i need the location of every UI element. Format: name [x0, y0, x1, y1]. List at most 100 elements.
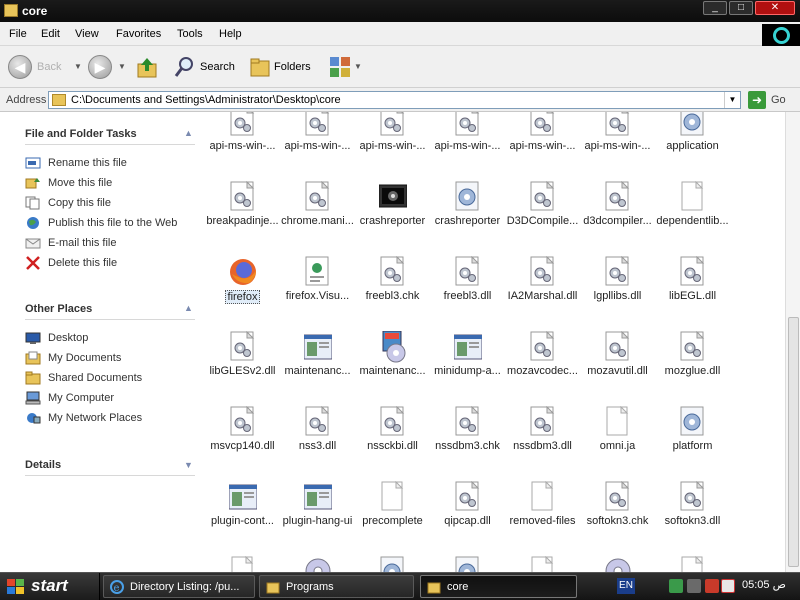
file-item[interactable]: nssckbi.dll — [355, 406, 430, 466]
menu-file[interactable]: File — [9, 28, 27, 40]
file-item[interactable]: minidump-a... — [430, 331, 505, 391]
file-item[interactable]: msvcp140.dll — [205, 406, 280, 466]
security-shield-icon[interactable] — [721, 579, 735, 593]
file-item[interactable]: crashreporter — [355, 181, 430, 241]
file-item[interactable] — [430, 556, 505, 572]
file-item[interactable]: qipcap.dll — [430, 481, 505, 541]
file-item[interactable] — [655, 556, 730, 572]
file-item[interactable]: freebl3.dll — [430, 256, 505, 316]
folders-icon[interactable] — [249, 56, 271, 78]
file-item[interactable]: api-ms-win-... — [505, 112, 580, 166]
file-item[interactable] — [355, 556, 430, 572]
vertical-scrollbar[interactable] — [785, 112, 800, 572]
collapse-chevron-icon[interactable]: ▲ — [184, 128, 193, 138]
go-button[interactable]: Go — [771, 94, 786, 106]
alert-tray-icon[interactable] — [705, 579, 719, 593]
file-item[interactable] — [580, 556, 655, 572]
file-item[interactable]: mozavutil.dll — [580, 331, 655, 391]
file-item[interactable]: freebl3.chk — [355, 256, 430, 316]
file-item[interactable]: plugin-cont... — [205, 481, 280, 541]
file-item[interactable]: maintenanc... — [280, 331, 355, 391]
safely-remove-tray-icon[interactable] — [687, 579, 701, 593]
file-name: lgpllibs.dll — [593, 290, 642, 302]
search-icon[interactable] — [173, 55, 197, 79]
menu-favorites[interactable]: Favorites — [116, 28, 161, 40]
taskbar-item-programs[interactable]: Programs — [259, 575, 414, 598]
file-name: freebl3.dll — [443, 290, 492, 302]
file-item[interactable]: application — [655, 112, 730, 166]
file-item[interactable]: chrome.mani... — [280, 181, 355, 241]
file-item[interactable]: crashreporter — [430, 181, 505, 241]
file-name: chrome.mani... — [281, 215, 354, 227]
dll-file-icon — [680, 256, 705, 286]
minimize-button[interactable]: _ — [703, 1, 727, 15]
file-item[interactable]: softokn3.chk — [580, 481, 655, 541]
file-item[interactable]: softokn3.dll — [655, 481, 730, 541]
file-item[interactable]: mozavcodec... — [505, 331, 580, 391]
file-item[interactable]: lgpllibs.dll — [580, 256, 655, 316]
file-item[interactable]: api-ms-win-... — [280, 112, 355, 166]
back-dropdown-icon[interactable]: ▼ — [74, 62, 82, 71]
file-item[interactable] — [505, 556, 580, 572]
taskbar-item-label: Programs — [286, 581, 334, 593]
file-item[interactable]: firefox — [205, 256, 280, 316]
back-button[interactable]: ◀ — [8, 55, 32, 79]
file-name: crashreporter — [434, 215, 501, 227]
forward-button[interactable]: ▶ — [88, 55, 112, 79]
folders-button[interactable]: Folders — [274, 61, 311, 73]
file-item[interactable]: mozglue.dll — [655, 331, 730, 391]
file-name: minidump-a... — [434, 365, 501, 377]
views-dropdown-icon[interactable]: ▼ — [354, 62, 362, 71]
menu-view[interactable]: View — [75, 28, 99, 40]
address-dropdown-icon[interactable]: ▼ — [724, 92, 740, 108]
file-item[interactable]: nss3.dll — [280, 406, 355, 466]
dll-file-icon — [605, 481, 630, 511]
taskbar-item-core[interactable]: core — [420, 575, 577, 598]
file-item[interactable]: breakpadinje... — [205, 181, 280, 241]
file-item[interactable]: dependentlib... — [655, 181, 730, 241]
file-name: nssdbm3.chk — [435, 440, 500, 452]
menu-edit[interactable]: Edit — [41, 28, 60, 40]
file-name: api-ms-win-... — [584, 140, 651, 152]
file-item[interactable]: api-ms-win-... — [580, 112, 655, 166]
file-item[interactable]: omni.ja — [580, 406, 655, 466]
file-item[interactable]: nssdbm3.dll — [505, 406, 580, 466]
start-button[interactable]: start — [0, 573, 100, 600]
menu-tools[interactable]: Tools — [177, 28, 203, 40]
file-list[interactable]: api-ms-win-... api-ms-win-... api-ms-win-.… — [200, 112, 785, 572]
search-button[interactable]: Search — [200, 61, 235, 73]
forward-dropdown-icon[interactable]: ▼ — [118, 62, 126, 71]
file-item[interactable]: api-ms-win-... — [355, 112, 430, 166]
expand-chevron-icon[interactable]: ▼ — [184, 460, 193, 470]
close-button[interactable]: ✕ — [755, 1, 795, 15]
up-folder-icon[interactable] — [135, 56, 159, 80]
disc-file-icon — [305, 558, 331, 572]
title-bar[interactable]: core _ □ ✕ — [0, 0, 800, 22]
file-item[interactable]: libEGL.dll — [655, 256, 730, 316]
taskbar-item-directory-listing[interactable]: e Directory Listing: /pu... — [103, 575, 255, 598]
file-item[interactable]: api-ms-win-... — [430, 112, 505, 166]
address-input[interactable]: C:\Documents and Settings\Administrator\… — [48, 91, 741, 109]
file-item[interactable]: D3DCompile... — [505, 181, 580, 241]
file-item[interactable]: maintenanc... — [355, 331, 430, 391]
menu-help[interactable]: Help — [219, 28, 242, 40]
file-item[interactable]: libGLESv2.dll — [205, 331, 280, 391]
file-item[interactable]: firefox.Visu... — [280, 256, 355, 316]
file-item[interactable]: platform — [655, 406, 730, 466]
maximize-button[interactable]: □ — [729, 1, 753, 15]
file-item[interactable]: plugin-hang-ui — [280, 481, 355, 541]
language-indicator[interactable]: EN — [617, 578, 635, 594]
file-item[interactable] — [280, 556, 355, 572]
file-item[interactable]: IA2Marshal.dll — [505, 256, 580, 316]
file-item[interactable]: d3dcompiler... — [580, 181, 655, 241]
file-item[interactable]: precomplete — [355, 481, 430, 541]
file-item[interactable]: nssdbm3.chk — [430, 406, 505, 466]
go-arrow-icon[interactable]: ➜ — [748, 91, 766, 109]
file-item[interactable]: removed-files — [505, 481, 580, 541]
scrollbar-thumb[interactable] — [788, 317, 799, 567]
collapse-chevron-icon[interactable]: ▲ — [184, 303, 193, 313]
file-item[interactable]: api-ms-win-... — [205, 112, 280, 166]
network-tray-icon[interactable] — [669, 579, 683, 593]
file-item[interactable] — [205, 556, 280, 572]
views-icon[interactable] — [329, 56, 351, 78]
